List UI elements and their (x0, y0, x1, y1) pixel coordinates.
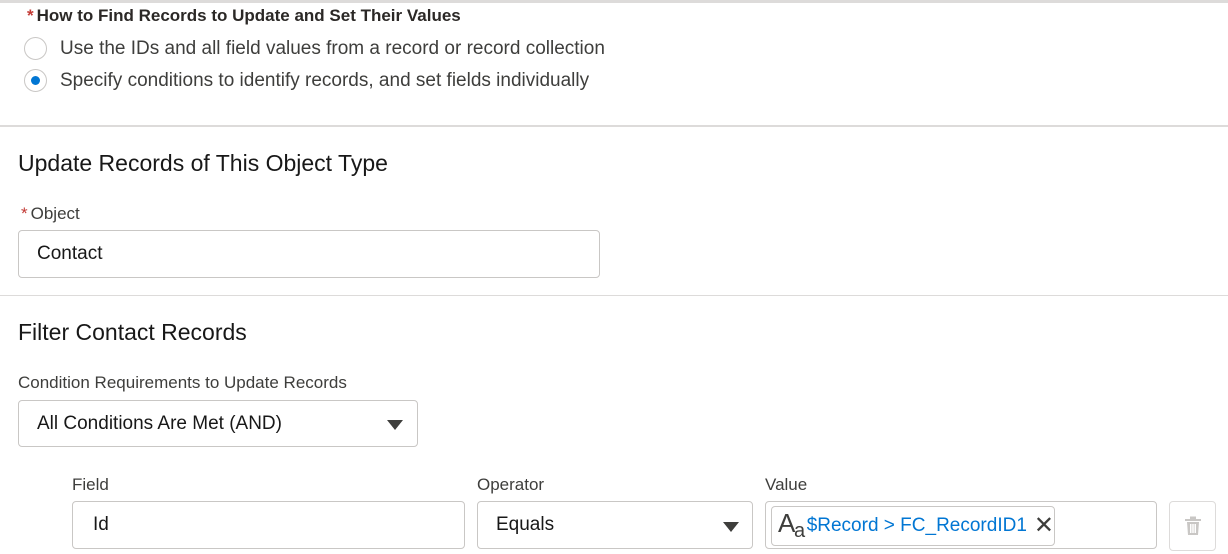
find-records-label: * How to Find Records to Update and Set T… (27, 6, 461, 26)
required-marker: * (27, 6, 34, 25)
text-type-icon: Aa (778, 508, 806, 542)
radio-button[interactable] (24, 37, 47, 60)
find-records-label-text: How to Find Records to Update and Set Th… (36, 6, 461, 25)
object-label: * Object (21, 204, 80, 224)
section-divider (0, 295, 1228, 296)
operator-select-value: Equals (496, 514, 555, 535)
filter-section-title: Filter Contact Records (18, 319, 247, 345)
radio-button-selected[interactable] (24, 69, 47, 92)
field-input-value: Id (93, 514, 109, 535)
field-column-header: Field (72, 475, 109, 494)
radio-option-use-ids[interactable]: Use the IDs and all field values from a … (24, 37, 605, 60)
top-border (0, 0, 1228, 3)
condition-requirements-select[interactable]: All Conditions Are Met (AND) (18, 400, 418, 447)
object-section-title: Update Records of This Object Type (18, 150, 388, 176)
operator-select[interactable]: Equals (477, 501, 753, 549)
section-divider (0, 125, 1228, 127)
chevron-down-icon (723, 522, 739, 532)
close-icon[interactable]: ✕ (1034, 514, 1054, 538)
delete-condition-button[interactable] (1169, 501, 1216, 551)
chevron-down-icon (387, 420, 403, 430)
update-records-panel: * How to Find Records to Update and Set T… (0, 0, 1228, 554)
condition-requirements-value: All Conditions Are Met (AND) (37, 412, 282, 434)
radio-option-specify-conditions[interactable]: Specify conditions to identify records, … (24, 69, 589, 92)
radio-option-label: Specify conditions to identify records, … (60, 69, 590, 91)
object-label-text: Object (30, 204, 80, 223)
radio-option-label: Use the IDs and all field values from a … (60, 37, 605, 59)
trash-icon (1184, 516, 1201, 535)
operator-column-header: Operator (477, 475, 545, 494)
value-column-header: Value (765, 475, 808, 494)
object-input-value: Contact (37, 243, 103, 264)
value-resource-text: $Record > FC_RecordID1 (806, 515, 1027, 536)
field-input[interactable]: Id (72, 501, 465, 549)
condition-requirements-label: Condition Requirements to Update Records (18, 373, 347, 392)
object-input[interactable]: Contact (18, 230, 600, 278)
required-marker: * (21, 204, 28, 223)
value-resource-pill[interactable]: Aa $Record > FC_RecordID1 ✕ (771, 506, 1055, 546)
